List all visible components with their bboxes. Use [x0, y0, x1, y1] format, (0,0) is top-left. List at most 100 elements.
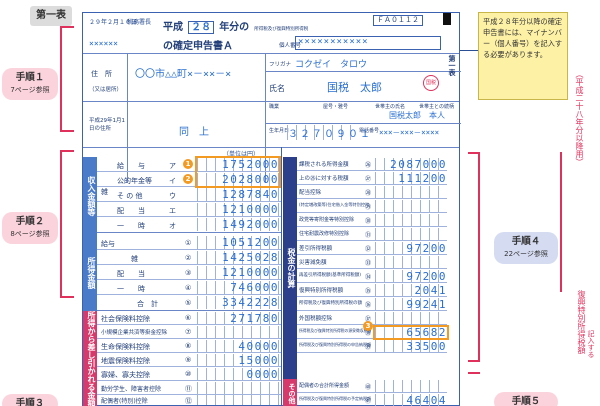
divider: [281, 147, 282, 406]
furigana-input[interactable]: コクゼイ タロウ: [295, 57, 367, 70]
tax-row: 住宅耐震改修特別控除 ㉛: [297, 227, 447, 241]
year-box[interactable]: ２８: [188, 21, 215, 34]
income-row-key: ア: [169, 162, 176, 170]
shotoku-amount-input[interactable]: 1051200: [197, 236, 279, 249]
title-prefix: 平成: [163, 22, 183, 33]
tax-row: 所得税及び復興特別所得税の額㊱ 99241: [297, 297, 447, 311]
tax-amount-input[interactable]: 99241: [375, 298, 447, 311]
tax-return-form: ２９年２月１６日 税務署長 平成 ２８ 年分の 所得税及び復興特別所得税 の確定…: [82, 12, 461, 406]
ocr-marker: [443, 13, 451, 25]
head-name-value[interactable]: 国税太郎: [389, 110, 421, 121]
deduction-row-label: 勤労学生、障害者控除: [101, 386, 162, 393]
section-deduction: 所得から差し引かれる金額: [83, 311, 97, 406]
tax-amount-input[interactable]: [375, 200, 447, 212]
step-2-pill: 手順２ 8ページ参照: [2, 212, 58, 244]
shotoku-amount-input[interactable]: 1425028: [197, 251, 279, 264]
deduction-row-key: ⑩: [185, 370, 192, 378]
shotoku-row: 合 計 ⑤ 3342228: [97, 295, 281, 311]
tax-amount-input[interactable]: [375, 228, 447, 240]
tax-row: 災害減免額 ㉝: [297, 255, 447, 269]
deduction-amount-input[interactable]: 40000: [197, 340, 279, 353]
step-1-pill: 手順１ 7ページ参照: [2, 68, 58, 100]
tax-row-key: ㉘: [365, 190, 372, 197]
kinyu-vertical-text: 記入する: [587, 330, 595, 358]
tax-amount-input[interactable]: 97200: [375, 242, 447, 255]
shotoku-row-label: 配 当: [117, 270, 145, 278]
era-vertical-text: （平成二十八年分以降用）: [575, 70, 584, 166]
step-1-sub: 7ページ参照: [10, 86, 50, 94]
birth-date-input[interactable]: ３２７０９０１: [287, 125, 370, 140]
tax-row-key: ㉟: [365, 288, 372, 295]
step-4-sub: 22ページ参照: [504, 250, 548, 258]
deduction-row: 生命保険料控除 ⑧ 40000: [97, 339, 281, 353]
shotoku-row-label: 一 時: [117, 285, 145, 293]
tax-amount-input[interactable]: 33500: [375, 340, 447, 353]
relation-label: 世帯主との続柄: [419, 104, 454, 110]
tax-amount-input[interactable]: 111200: [375, 172, 447, 185]
tax-amount-input[interactable]: [375, 312, 447, 324]
shotoku-row-label: 給与: [101, 240, 115, 248]
tax-row-label: 配当控除: [299, 190, 322, 196]
shotoku-row-key: ①: [185, 239, 192, 247]
income-amount-input[interactable]: 1210000: [197, 203, 279, 216]
name-input[interactable]: 国税 太郎: [327, 79, 382, 95]
step-5-connector: [468, 372, 480, 374]
deduction-amount-input[interactable]: [197, 395, 279, 405]
mynumber-note: 平成２８年分以降の確定申告書には、マイナンバー（個人番号）を記入する必要がありま…: [478, 12, 568, 100]
tax-row-label: 政党等寄附金等特別控除: [299, 217, 355, 223]
side-line: [560, 152, 562, 292]
tax-row-label: (特定増改築等)住宅借入金等特別控除: [299, 202, 370, 207]
address-value[interactable]: 〇〇市△△町×－××－×: [135, 65, 231, 80]
name-label: 氏名: [269, 84, 285, 93]
deduction-row-key: ⑫: [185, 397, 192, 405]
shotoku-row-key: ⑤: [185, 299, 192, 307]
deduction-row: 地震保険料控除 ⑨ 15000: [97, 353, 281, 367]
section-income: 収入金額等: [83, 157, 97, 235]
tax-row: (特定増改築等)住宅借入金等特別控除㉙: [297, 199, 447, 213]
income-amount-input[interactable]: 1287840: [197, 188, 279, 201]
step-4-bracket: [468, 152, 480, 362]
deduction-amount-input[interactable]: 0000: [197, 368, 279, 381]
deduction-row-key: ⑪: [185, 385, 192, 393]
my-number-input[interactable]: ×××××××××××: [295, 36, 441, 50]
income-row-label: 給 与: [117, 162, 145, 170]
tax-row: 政党等寄附金等特別控除 ㉚: [297, 213, 447, 227]
income-row-key: イ: [169, 177, 176, 185]
shotoku-amount-input[interactable]: 746000: [197, 281, 279, 294]
income-row: そ の 他 ウ 1287840: [97, 187, 281, 202]
highlight-salary-pension: [195, 156, 281, 188]
deduction-amount-input[interactable]: [197, 382, 279, 394]
tax-amount-input[interactable]: 2087000: [375, 158, 447, 171]
jan1-address-value[interactable]: 同 上: [179, 123, 209, 138]
shotoku-amount-input[interactable]: 1210000: [197, 266, 279, 279]
tax-amount-input[interactable]: 46404: [375, 394, 447, 406]
first-page-label: 第一表: [448, 55, 456, 76]
tax-amount-input[interactable]: 97200: [375, 270, 447, 283]
tax-row-label: 外国税額控除: [299, 316, 333, 322]
tax-amount-input[interactable]: [375, 256, 447, 268]
deduction-amount-input[interactable]: 271780: [197, 312, 279, 325]
deduction-amount-input[interactable]: [197, 326, 279, 338]
tax-amount-input[interactable]: [375, 214, 447, 226]
address-sub-label: （又は居所）: [89, 87, 123, 93]
shotoku-row: 雑 ② 1425028: [97, 250, 281, 265]
title-small: 所得税及び復興特別所得税: [254, 27, 309, 32]
tax-amount-input[interactable]: [375, 186, 447, 198]
tax-row: 上の㉖に対する税額 ㉗ 111200: [297, 171, 447, 185]
tax-row-label: 配偶者の合計所得金額: [299, 383, 350, 389]
tax-amount-input[interactable]: [375, 380, 447, 392]
shotoku-amount-input[interactable]: 3342228: [197, 296, 279, 309]
deduction-amount-input[interactable]: 15000: [197, 354, 279, 367]
relation-value[interactable]: 本人: [429, 110, 445, 121]
deduction-row-label: 寡婦、寡夫控除: [101, 371, 150, 379]
form-title: 平成 ２８ 年分の 所得税及び復興特別所得税 の確定申告書Ａ: [163, 15, 333, 52]
tax-row-key: ㉞: [365, 274, 372, 281]
tax-amount-input[interactable]: 2041: [375, 284, 447, 297]
income-row-label: そ の 他: [117, 192, 143, 200]
phone-input[interactable]: ×××－×××－××××: [379, 127, 439, 138]
tax-row-key: ㉗: [365, 176, 372, 183]
birth-label: 生年月日: [269, 128, 290, 134]
step-3-title: 手順３: [15, 398, 45, 406]
shotoku-row: 給与 ① 1051200: [97, 235, 281, 250]
income-amount-input[interactable]: 1492000: [197, 218, 279, 231]
